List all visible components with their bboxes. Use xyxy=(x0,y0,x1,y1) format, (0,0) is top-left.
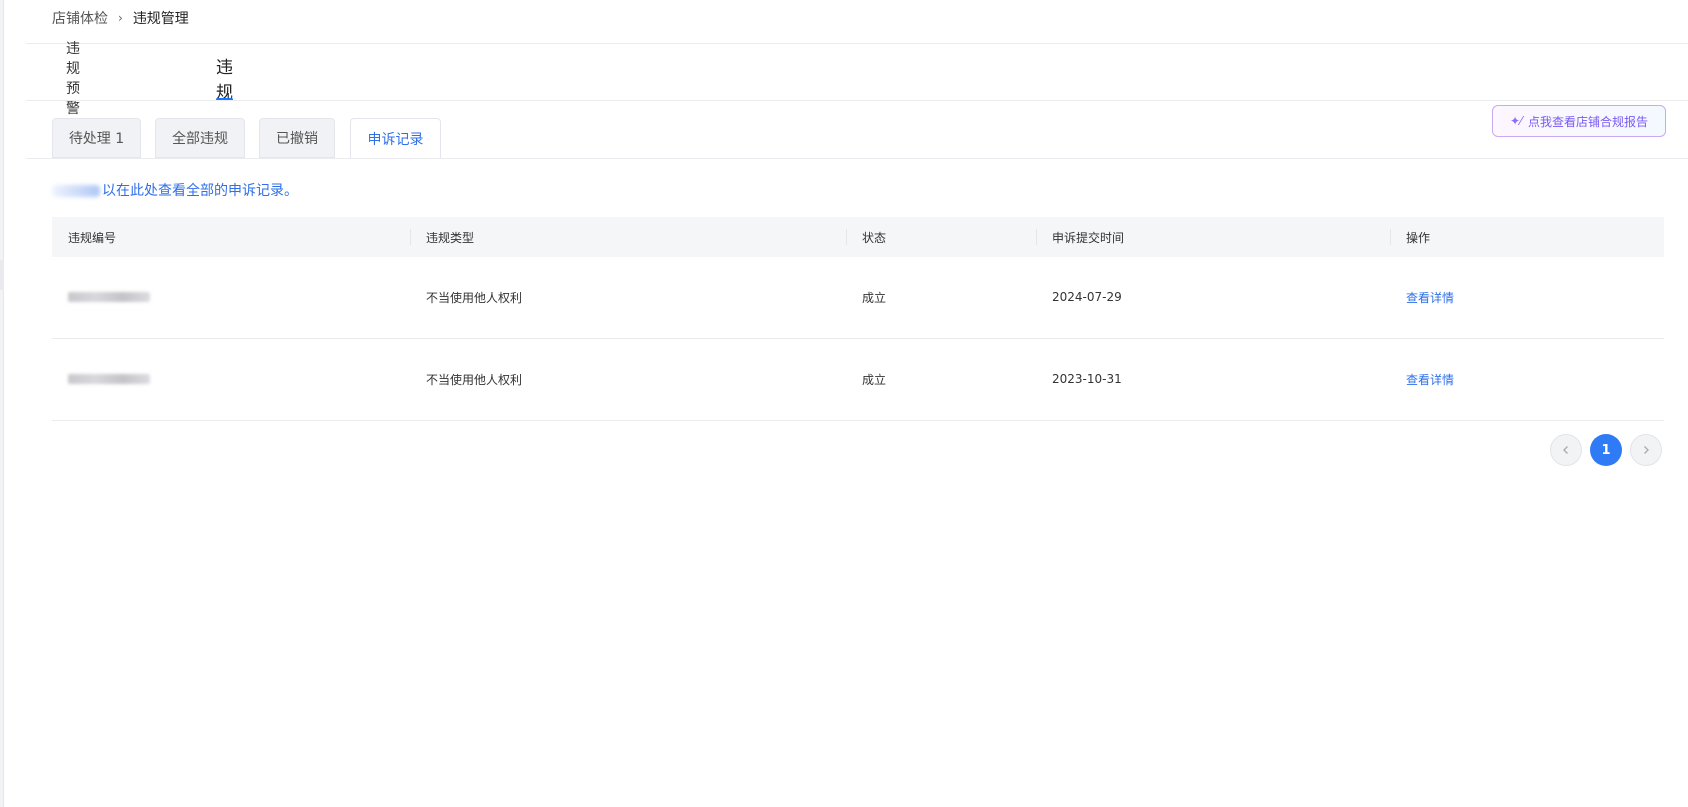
divider xyxy=(26,100,1688,101)
appeal-records-table: 违规编号 违规类型 状态 申诉提交时间 操作 不当使用他人权利 成立 2024-… xyxy=(52,217,1664,421)
compliance-report-label: 点我查看店铺合规报告 xyxy=(1528,114,1649,129)
redacted-id xyxy=(68,374,150,384)
sidebar-collapse-handle[interactable] xyxy=(0,260,4,290)
violation-id-cell xyxy=(52,339,150,419)
subtab-revoked[interactable]: 已撤销 xyxy=(259,118,335,158)
column-header-status: 状态 xyxy=(846,217,886,257)
violation-type-cell: 不当使用他人权利 xyxy=(426,372,523,387)
status-cell: 成立 xyxy=(862,290,887,305)
violation-type-cell: 不当使用他人权利 xyxy=(426,290,523,305)
table-row: 不当使用他人权利 成立 2024-07-29 查看详情 xyxy=(52,257,1664,339)
breadcrumb: 店铺体检 › 违规管理 xyxy=(52,8,189,28)
tab-violation-warning[interactable]: 违规预警 xyxy=(66,41,80,117)
violation-id-cell xyxy=(52,257,150,337)
view-details-link[interactable]: 查看详情 xyxy=(1406,371,1454,388)
view-details-link[interactable]: 查看详情 xyxy=(1406,289,1454,306)
tab-violation[interactable]: 违规 xyxy=(216,55,233,103)
column-header-id: 违规编号 xyxy=(68,230,117,245)
submitted-time-cell: 2023-10-31 xyxy=(1052,372,1122,386)
action-cell: 查看详情 xyxy=(1390,257,1454,337)
chevron-left-icon[interactable] xyxy=(1550,434,1582,466)
breadcrumb-current: 违规管理 xyxy=(132,11,189,27)
action-cell: 查看详情 xyxy=(1390,339,1454,419)
chevron-right-icon[interactable] xyxy=(1630,434,1662,466)
breadcrumb-parent[interactable]: 店铺体检 xyxy=(52,8,108,28)
submitted-time-cell: 2024-07-29 xyxy=(1052,290,1122,304)
sparkle-pen-icon: ✦⁄ xyxy=(1509,114,1523,128)
compliance-report-button[interactable]: ✦⁄ 点我查看店铺合规报告 xyxy=(1492,105,1666,137)
left-sidebar-edge xyxy=(0,0,4,807)
subtab-all-violations[interactable]: 全部违规 xyxy=(155,118,245,158)
table-row: 不当使用他人权利 成立 2023-10-31 查看详情 xyxy=(52,339,1664,421)
breadcrumb-separator-icon: › xyxy=(118,11,123,25)
page-button-current[interactable]: 1 xyxy=(1590,434,1622,466)
column-header-submitted-time: 申诉提交时间 xyxy=(1036,217,1124,257)
notice-text: 以在此处查看全部的申诉记录。 xyxy=(52,180,298,200)
column-header-action: 操作 xyxy=(1390,217,1430,257)
column-header-type: 违规类型 xyxy=(410,217,474,257)
redacted-text xyxy=(52,185,100,197)
table-header: 违规编号 违规类型 状态 申诉提交时间 操作 xyxy=(52,217,1664,257)
subtab-appeal-records[interactable]: 申诉记录 xyxy=(350,118,441,159)
redacted-id xyxy=(68,292,150,302)
divider xyxy=(26,43,1688,44)
divider xyxy=(26,158,1688,159)
notice-message: 以在此处查看全部的申诉记录。 xyxy=(102,183,298,199)
pagination: 1 xyxy=(1550,434,1662,466)
status-cell: 成立 xyxy=(862,372,887,387)
subtab-pending[interactable]: 待处理 1 xyxy=(52,118,141,158)
